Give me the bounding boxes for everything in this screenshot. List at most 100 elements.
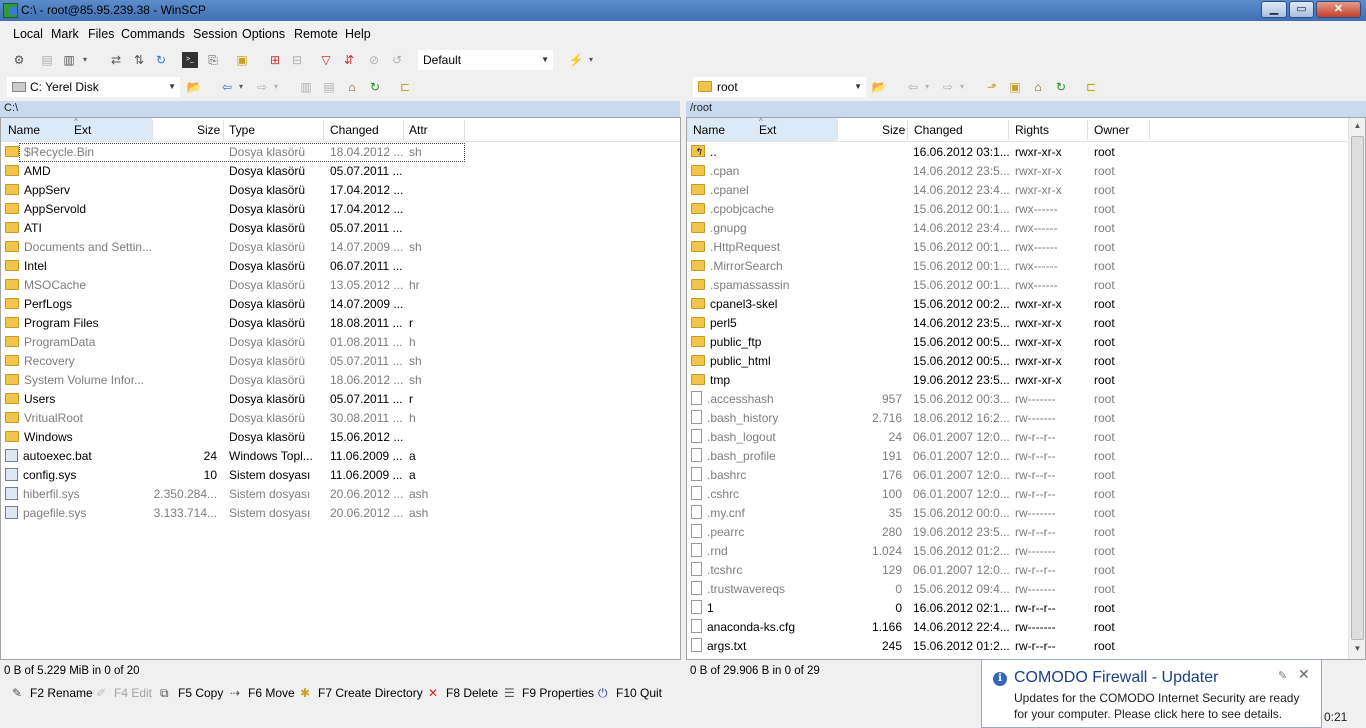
remote-directory-combo[interactable]: root ▼ <box>693 77 866 97</box>
remote-file-row[interactable]: .bash_profile 191 06.01.2007 12:0... rw-r--… <box>687 447 1365 466</box>
column-divider[interactable] <box>323 120 324 140</box>
local-file-row[interactable]: AppServold Dosya klasörü 17.04.2012 ... <box>1 200 680 219</box>
local-file-row[interactable]: Program Files Dosya klasörü 18.08.2011 ...… <box>1 314 680 333</box>
remote-file-row[interactable]: args.txt 245 15.06.2012 01:2... rw-r--r-- ro… <box>687 637 1365 656</box>
remote-file-row[interactable]: cpanel3-skel 15.06.2012 00:2... rwxr-xr-x r… <box>687 295 1365 314</box>
remote-file-row[interactable]: public_ftp 15.06.2012 00:5... rwxr-xr-x roo… <box>687 333 1365 352</box>
local-file-row[interactable]: Intel Dosya klasörü 06.07.2011 ... <box>1 257 680 276</box>
remote-parent-directory-icon[interactable]: ⬏ <box>984 79 1000 95</box>
winscp-app-icon[interactable] <box>3 3 18 18</box>
transfer-options-icon[interactable]: ⚡ <box>568 52 584 68</box>
remote-col-name[interactable]: Name <box>693 123 725 137</box>
back-dropdown-icon[interactable]: ▾ <box>236 79 246 95</box>
move-button[interactable]: ⇢ F6 Move <box>230 686 295 700</box>
column-divider[interactable] <box>152 120 153 140</box>
remote-file-row[interactable]: .pearrc 280 19.06.2012 23:5... rw-r--r-- roo… <box>687 523 1365 542</box>
remote-root-directory-icon[interactable]: ▣ <box>1007 79 1023 95</box>
menu-local[interactable]: Local <box>13 27 43 41</box>
remote-file-row[interactable]: .spamassassin 15.06.2012 00:1... rwx------… <box>687 276 1365 295</box>
remote-back-dropdown-icon[interactable]: ▾ <box>922 79 932 95</box>
local-col-type[interactable]: Type <box>229 123 255 137</box>
local-col-attr[interactable]: Attr <box>409 123 428 137</box>
local-file-row[interactable]: hiberfil.sys 2.350.284... Sistem dosyası 20… <box>1 485 680 504</box>
synchronize-icon[interactable]: ⇄ <box>108 52 124 68</box>
remote-file-row[interactable]: .cshrc 100 06.01.2007 12:0... rw-r--r-- root <box>687 485 1365 504</box>
remote-file-row[interactable]: tmp 19.06.2012 23:5... rwxr-xr-x root <box>687 371 1365 390</box>
local-file-row[interactable]: Documents and Settin... Dosya klasörü 14.0… <box>1 238 680 257</box>
queue-dropdown-icon[interactable]: ▾ <box>80 52 90 68</box>
column-divider[interactable] <box>837 120 838 140</box>
reload-icon[interactable]: ↺ <box>389 52 405 68</box>
local-file-row[interactable]: autoexec.bat 24 Windows Topl... 11.06.2009 … <box>1 447 680 466</box>
remote-file-row[interactable]: .tcshrc 129 06.01.2007 12:0... rw-r--r-- roo… <box>687 561 1365 580</box>
remote-file-row[interactable]: .cpan 14.06.2012 23:5... rwxr-xr-x root <box>687 162 1365 181</box>
console-icon[interactable]: >_ <box>182 52 198 68</box>
remote-file-row[interactable]: .bashrc 176 06.01.2007 12:0... rw-r--r-- roo… <box>687 466 1365 485</box>
remote-file-row[interactable]: .my.cnf 35 15.06.2012 00:0... rw------- root <box>687 504 1365 523</box>
scroll-up-icon[interactable]: ▲ <box>1351 121 1364 130</box>
menu-session[interactable]: Session <box>193 27 237 41</box>
remote-file-row[interactable]: .bash_logout 24 06.01.2007 12:0... rw-r--r-… <box>687 428 1365 447</box>
remote-col-rights[interactable]: Rights <box>1015 123 1049 137</box>
block-icon[interactable]: ⊘ <box>366 52 382 68</box>
remote-col-owner[interactable]: Owner <box>1094 123 1129 137</box>
rename-button[interactable]: ✎ F2 Rename <box>12 686 93 700</box>
column-divider[interactable] <box>907 120 908 140</box>
local-file-row[interactable]: ProgramData Dosya klasörü 01.08.2011 ... h <box>1 333 680 352</box>
scroll-down-icon[interactable]: ▼ <box>1351 644 1364 653</box>
column-divider[interactable] <box>1149 120 1150 140</box>
transfer-settings-combo[interactable]: Default ▼ <box>418 50 553 70</box>
remote-file-row[interactable]: public_html 15.06.2012 00:5... rwxr-xr-x ro… <box>687 352 1365 371</box>
menu-files[interactable]: Files <box>88 27 114 41</box>
remote-home-icon[interactable]: ⌂ <box>1030 79 1046 95</box>
local-file-row[interactable]: Users Dosya klasörü 05.07.2011 ... r <box>1 390 680 409</box>
minimize-button[interactable]: ▁ <box>1261 1 1287 18</box>
delete-button[interactable]: ✕ F8 Delete <box>428 686 498 700</box>
queue-icon[interactable]: ▤ <box>39 52 55 68</box>
remote-file-row[interactable]: .cpobjcache 15.06.2012 00:1... rwx------ ro… <box>687 200 1365 219</box>
preferences-gear-icon[interactable]: ⚙ <box>11 52 27 68</box>
menu-help[interactable]: Help <box>345 27 371 41</box>
remote-file-row[interactable]: .. 16.06.2012 03:1... rwxr-xr-x root <box>687 143 1365 162</box>
local-file-row[interactable]: config.sys 10 Sistem dosyası 11.06.2009 ...… <box>1 466 680 485</box>
parent-directory-icon[interactable]: ▥ <box>298 79 314 95</box>
remote-forward-dropdown-icon[interactable]: ▾ <box>957 79 967 95</box>
notification-body[interactable]: Updates for the COMODO Internet Security… <box>1014 690 1316 722</box>
close-button[interactable]: ✕ <box>1316 1 1361 18</box>
menu-mark[interactable]: Mark <box>51 27 79 41</box>
local-file-row[interactable]: VritualRoot Dosya klasörü 30.08.2011 ... h <box>1 409 680 428</box>
sessions-icon[interactable]: ▣ <box>234 52 250 68</box>
refresh-remote-icon[interactable]: ↻ <box>1053 79 1069 95</box>
local-file-row[interactable]: Windows Dosya klasörü 15.06.2012 ... <box>1 428 680 447</box>
open-directory-icon[interactable]: 📂 <box>186 79 202 95</box>
local-col-ext[interactable]: Ext <box>74 123 91 137</box>
forward-dropdown-icon[interactable]: ▾ <box>271 79 281 95</box>
local-file-row[interactable]: Recovery Dosya klasörü 05.07.2011 ... sh <box>1 352 680 371</box>
forward-icon[interactable]: ⇨ <box>254 79 270 95</box>
column-divider[interactable] <box>223 120 224 140</box>
putty-icon[interactable]: ⎘ <box>205 52 221 68</box>
remote-file-row[interactable]: .HttpRequest 15.06.2012 00:1... rwx------ r… <box>687 238 1365 257</box>
remote-file-row[interactable]: .gnupg 14.06.2012 23:4... rwx------ root <box>687 219 1365 238</box>
local-file-row[interactable]: System Volume Infor... Dosya klasörü 18.06… <box>1 371 680 390</box>
remote-file-row[interactable]: perl5 14.06.2012 23:5... rwxr-xr-x root <box>687 314 1365 333</box>
filter-icon[interactable]: ▽ <box>318 52 334 68</box>
scrollbar-thumb[interactable] <box>1351 136 1364 640</box>
local-file-row[interactable]: PerfLogs Dosya klasörü 14.07.2009 ... <box>1 295 680 314</box>
keep-up-to-date-icon[interactable]: ⇅ <box>131 52 147 68</box>
refresh-local-icon[interactable]: ↻ <box>367 79 383 95</box>
root-directory-icon[interactable]: ▤ <box>321 79 337 95</box>
local-file-row[interactable]: MSOCache Dosya klasörü 13.05.2012 ... hr <box>1 276 680 295</box>
select-files-icon[interactable]: ⊞ <box>267 52 283 68</box>
local-col-changed[interactable]: Changed <box>330 123 379 137</box>
tree-icon[interactable]: ⊏ <box>397 79 413 95</box>
edit-button[interactable]: ✐ F4 Edit <box>96 686 152 700</box>
sort-icon[interactable]: ⇵ <box>341 52 357 68</box>
properties-button[interactable]: ☰ F9 Properties <box>504 686 594 700</box>
create-directory-button[interactable]: ✱ F7 Create Directory <box>300 686 423 700</box>
remote-file-row[interactable]: .bash_history 2.716 18.06.2012 16:2... rw--… <box>687 409 1365 428</box>
local-file-row[interactable]: $Recycle.Bin Dosya klasörü 18.04.2012 ... s… <box>1 143 680 162</box>
refresh-icon[interactable]: ↻ <box>153 52 169 68</box>
pin-icon[interactable]: ✎ <box>1278 669 1287 682</box>
back-icon[interactable]: ⇦ <box>219 79 235 95</box>
